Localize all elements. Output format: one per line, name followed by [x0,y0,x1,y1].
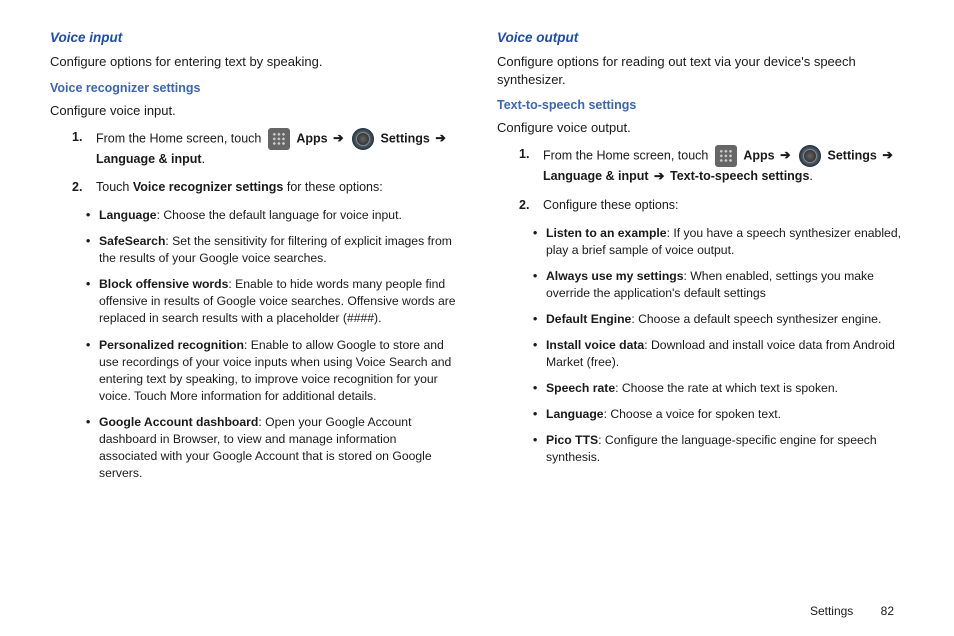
voice-recognizer-settings-label: Voice recognizer settings [133,180,284,194]
list-item: Listen to an example: If you have a spee… [533,225,904,259]
voice-recognizer-intro: Configure voice input. [50,103,457,118]
manual-page: Voice input Configure options for enteri… [0,0,954,511]
settings-label: Settings [381,131,430,145]
bullet-bold: Language [99,208,157,222]
apps-label: Apps [743,148,774,162]
subtitle-tts-settings: Text-to-speech settings [497,98,904,112]
step-body: Configure these options: [543,196,904,215]
page-footer: Settings 82 [810,604,894,618]
step-2-left: 2. Touch Voice recognizer settings for t… [50,178,457,197]
language-input-label: Language & input [96,152,202,166]
bullet-rest: : Choose the default language for voice … [157,208,402,222]
bullet-bold: Language [546,407,604,421]
right-bullet-list: Listen to an example: If you have a spee… [497,225,904,467]
apps-label: Apps [296,131,327,145]
subtitle-voice-recognizer: Voice recognizer settings [50,81,457,95]
apps-icon [268,128,290,150]
bullet-bold: Personalized recognition [99,338,244,352]
step-1-left: 1. From the Home screen, touch Apps ➔ Se… [50,128,457,169]
bullet-bold: Default Engine [546,312,631,326]
tts-settings-intro: Configure voice output. [497,120,904,135]
apps-icon [715,145,737,167]
settings-label: Settings [828,148,877,162]
list-item: Speech rate: Choose the rate at which te… [533,380,904,397]
step2-text-a: Touch [96,180,129,194]
list-item: SafeSearch: Set the sensitivity for filt… [86,233,457,267]
step2-text-c: for these options: [287,180,383,194]
arrow-icon: ➔ [882,148,892,162]
left-column: Voice input Configure options for enteri… [50,30,457,491]
footer-section: Settings [810,604,853,618]
voice-output-intro: Configure options for reading out text v… [497,53,904,88]
list-item: Block offensive words: Enable to hide wo… [86,276,457,327]
step-body: From the Home screen, touch Apps ➔ Setti… [96,128,457,169]
page-number: 82 [881,604,894,618]
step-body: From the Home screen, touch Apps ➔ Setti… [543,145,904,186]
step-body: Touch Voice recognizer settings for thes… [96,178,457,197]
bullet-bold: SafeSearch [99,234,165,248]
list-item: Google Account dashboard: Open your Goog… [86,414,457,482]
right-column: Voice output Configure options for readi… [497,30,904,491]
arrow-icon: ➔ [435,131,445,145]
list-item: Default Engine: Choose a default speech … [533,311,904,328]
bullet-bold: Speech rate [546,381,615,395]
bullet-rest: : Choose a default speech synthesizer en… [631,312,881,326]
bullet-bold: Always use my settings [546,269,684,283]
section-title-voice-input: Voice input [50,30,457,45]
bullet-rest: : Choose a voice for spoken text. [604,407,782,421]
step-number: 1. [519,145,543,186]
step-2-right: 2. Configure these options: [497,196,904,215]
settings-icon [799,145,821,167]
tts-settings-label: Text-to-speech settings [670,169,809,183]
left-bullet-list: Language: Choose the default language fo… [50,207,457,482]
step-number: 1. [72,128,96,169]
step-1-right: 1. From the Home screen, touch Apps ➔ Se… [497,145,904,186]
list-item: Install voice data: Download and install… [533,337,904,371]
bullet-bold: Install voice data [546,338,644,352]
arrow-icon: ➔ [654,169,664,183]
language-input-label: Language & input [543,169,649,183]
list-item: Personalized recognition: Enable to allo… [86,337,457,405]
list-item: Always use my settings: When enabled, se… [533,268,904,302]
step-number: 2. [72,178,96,197]
list-item: Language: Choose the default language fo… [86,207,457,224]
bullet-bold: Listen to an example [546,226,667,240]
voice-input-intro: Configure options for entering text by s… [50,53,457,71]
step-number: 2. [519,196,543,215]
step1-text-a: From the Home screen, touch [96,131,261,145]
bullet-bold: Pico TTS [546,433,598,447]
bullet-rest: : Choose the rate at which text is spoke… [615,381,838,395]
arrow-icon: ➔ [780,148,790,162]
step2-text-a: Configure these options: [543,198,679,212]
step1-text-a: From the Home screen, touch [543,148,708,162]
bullet-bold: Google Account dashboard [99,415,258,429]
settings-icon [352,128,374,150]
list-item: Language: Choose a voice for spoken text… [533,406,904,423]
arrow-icon: ➔ [333,131,343,145]
list-item: Pico TTS: Configure the language-specifi… [533,432,904,466]
section-title-voice-output: Voice output [497,30,904,45]
bullet-bold: Block offensive words [99,277,228,291]
